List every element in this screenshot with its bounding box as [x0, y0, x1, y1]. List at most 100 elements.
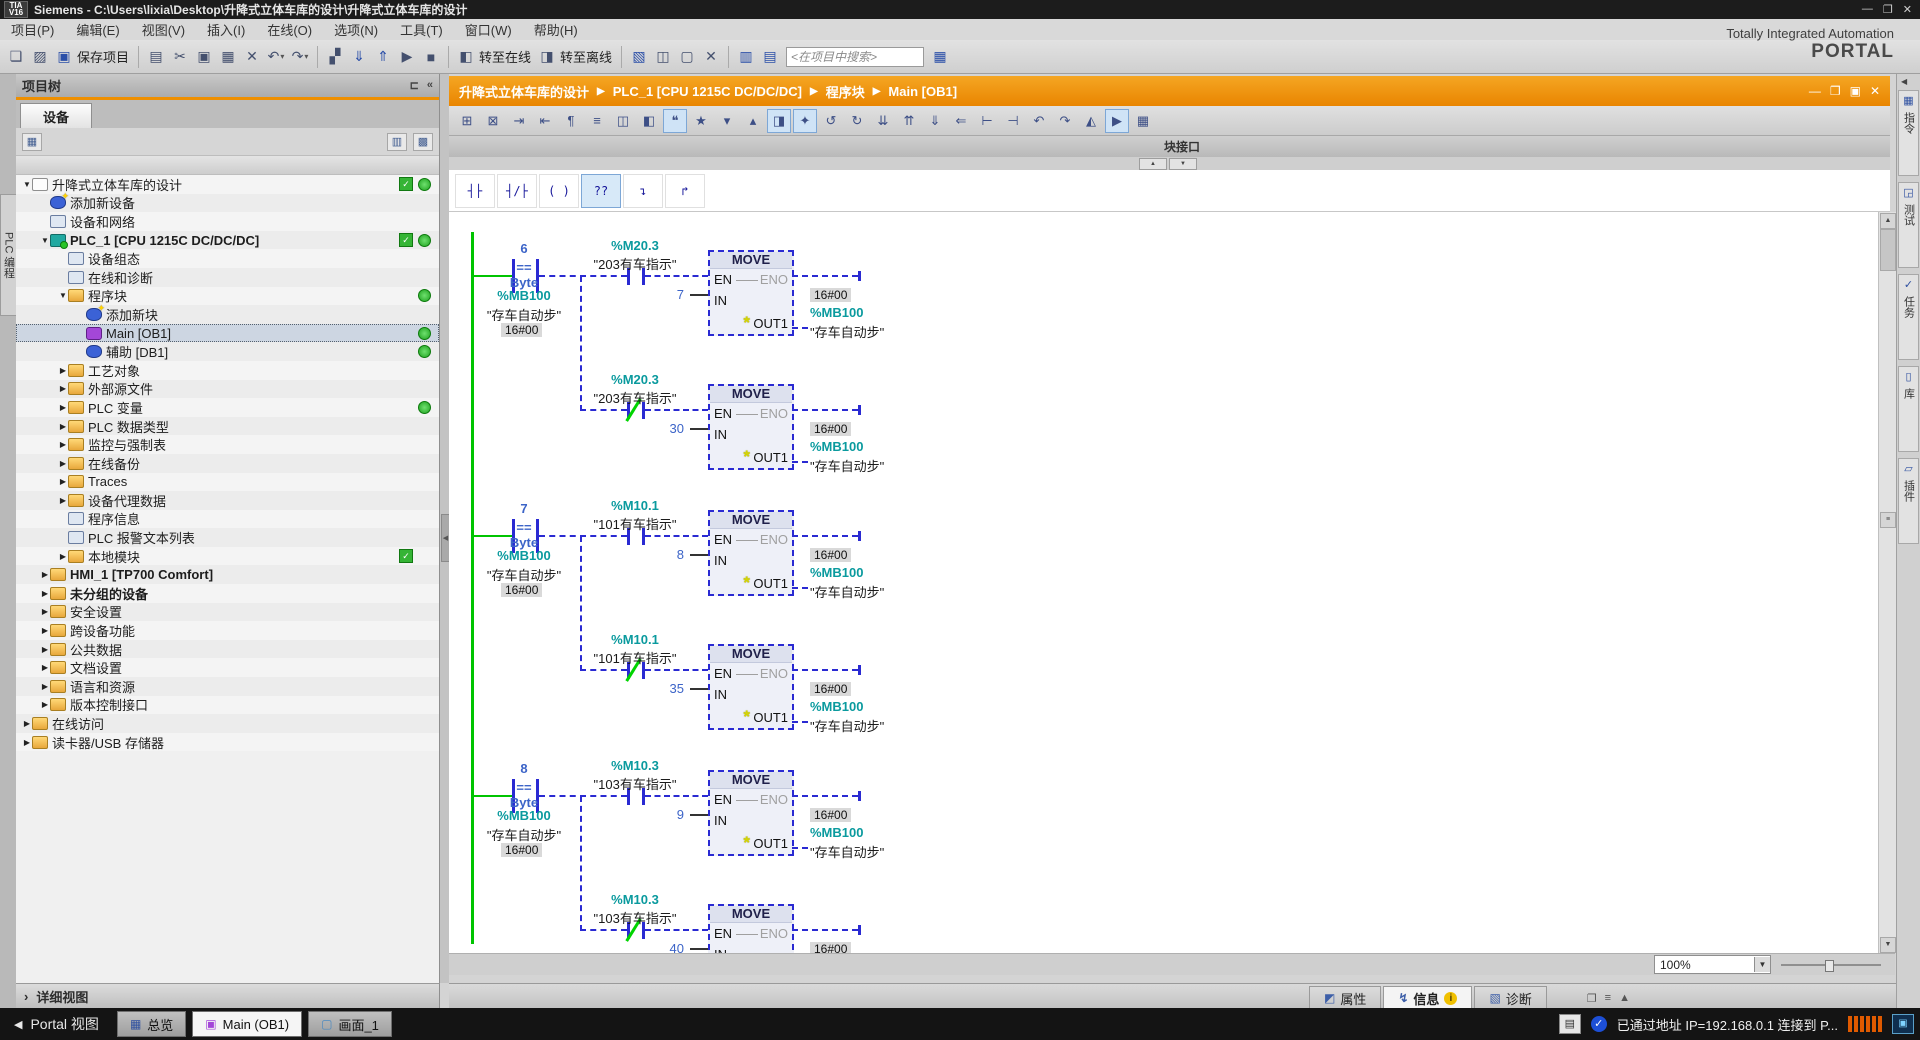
interface-collapse-icon[interactable]: ▼ — [1169, 158, 1197, 170]
zoom-slider-thumb[interactable] — [1825, 959, 1834, 972]
redo-network-icon[interactable]: ↷ — [1053, 109, 1077, 133]
tree-item-25[interactable]: ▶ 跨设备功能 — [16, 621, 439, 640]
tree-details-view-icon[interactable]: ▩ — [413, 132, 433, 151]
tree-item-3[interactable]: 设备和网络 — [16, 212, 439, 231]
pin-icon[interactable]: ⊏ — [410, 79, 419, 92]
tab-diagnostics[interactable]: ▧ 诊断 — [1474, 986, 1547, 1009]
tree-item-17[interactable]: ▶ Traces — [16, 472, 439, 492]
detail-view-bar[interactable]: › 详细视图 — [16, 983, 440, 1008]
tree-item-21[interactable]: ▶ 本地模块 ✓ — [16, 546, 439, 566]
inspector-float-icon[interactable]: ❐ — [1587, 992, 1597, 1005]
taskbar-button-main-ob1-[interactable]: ▣ Main (OB1) — [192, 1011, 303, 1037]
goto-next-error-icon[interactable]: ⇥ — [507, 109, 531, 133]
minimize-icon[interactable]: — — [1862, 3, 1873, 16]
editor-restore-icon[interactable]: ❐ — [1830, 84, 1841, 98]
maximize-icon[interactable]: ❐ — [1883, 3, 1893, 16]
tree-item-22[interactable]: ▶ HMI_1 [TP700 Comfort] — [16, 565, 439, 585]
taskbar-button--1[interactable]: ▢ 画面_1 — [308, 1011, 392, 1037]
tree-item-30[interactable]: ▶ 在线访问 — [16, 714, 439, 733]
redo-button[interactable]: ↷ ▾ — [289, 46, 311, 68]
restore-window-icon[interactable]: ▢ — [676, 46, 698, 68]
collapse-all-networks-icon[interactable]: ◧ — [637, 109, 661, 133]
tab-tasks[interactable]: ✓ 任务 — [1898, 274, 1919, 360]
delete-icon[interactable]: ✕ — [241, 46, 263, 68]
compile-icon[interactable]: ▞ — [324, 46, 346, 68]
network-comments-icon[interactable]: ❝ — [663, 108, 687, 133]
new-project-icon[interactable]: ❏ — [5, 46, 27, 68]
tab-info[interactable]: ↯ 信息 i — [1383, 986, 1473, 1009]
editor-minimize-icon[interactable]: — — [1809, 84, 1821, 98]
breadcrumb-segment-2[interactable]: PLC_1 [CPU 1215C DC/DC/DC] — [613, 84, 802, 99]
split-horizontal-icon[interactable]: ▥ — [735, 46, 757, 68]
close-icon[interactable]: ✕ — [1903, 3, 1912, 16]
start-cpu-icon[interactable]: ▶ — [396, 46, 418, 68]
tab-plc-programming[interactable]: PLC 编程 — [0, 194, 17, 316]
portal-view-button[interactable]: ◀ Portal 视图 — [0, 1014, 117, 1034]
breadcrumb-segment-1[interactable]: 升降式立体车库的设计 — [459, 82, 589, 101]
no-contact-fav-icon[interactable]: ┤├ — [455, 173, 495, 208]
nc-contact-fav-icon[interactable]: ┤/├ — [497, 173, 537, 208]
editor-float-icon[interactable]: ▣ — [1850, 84, 1861, 98]
tree-editor-splitter[interactable]: ◀ — [440, 74, 450, 983]
go-online-button[interactable]: ◧ — [455, 46, 477, 68]
close-branch-fav-icon[interactable]: ↱ — [665, 173, 705, 208]
tree-filter-icon[interactable]: ▦ — [22, 132, 42, 151]
save-project-button[interactable]: ▣ — [53, 46, 75, 68]
tree-item-6[interactable]: 在线和诊断 — [16, 267, 439, 287]
tab-properties[interactable]: ◩ 属性 — [1309, 986, 1382, 1009]
accessible-devices-icon[interactable]: ▧ — [628, 46, 650, 68]
menu-item-2[interactable]: 编辑(E) — [65, 20, 130, 39]
block-interface-bar[interactable]: 块接口 — [449, 136, 1890, 158]
hide-absolute-operands-icon[interactable]: ▴ — [741, 109, 765, 133]
collapse-tree-icon[interactable]: « — [427, 79, 433, 92]
insert-network-icon[interactable]: ⊞ — [455, 109, 479, 133]
tree-item-5[interactable]: 设备组态 — [16, 249, 439, 268]
tree-item-7[interactable]: ▼ 程序块 — [16, 286, 439, 306]
tab-libraries[interactable]: ▯ 库 — [1898, 366, 1919, 452]
menu-item-8[interactable]: 窗口(W) — [454, 20, 523, 39]
tree-item-9[interactable]: Main [OB1] — [16, 323, 439, 343]
editor-vertical-scrollbar[interactable]: ▲ ≡ ▼ — [1878, 212, 1896, 953]
scroll-split-handle[interactable]: ≡ — [1880, 512, 1896, 528]
open-branch-icon[interactable]: ↺ — [819, 109, 843, 133]
scroll-thumb[interactable] — [1880, 229, 1896, 271]
tree-column-view-icon[interactable]: ▥ — [387, 132, 407, 151]
split-vertical-icon[interactable]: ▤ — [759, 46, 781, 68]
monitoring-on-off-icon[interactable]: ▶ — [1105, 108, 1129, 133]
paste-icon[interactable]: ▦ — [217, 46, 239, 68]
tree-item-12[interactable]: ▶ 外部源文件 — [16, 379, 439, 399]
consistency-check-icon[interactable]: ⊢ — [975, 109, 999, 133]
show-favorites-icon[interactable]: ★ — [689, 109, 713, 133]
expand-all-networks-icon[interactable]: ◫ — [611, 109, 635, 133]
delete-network-icon[interactable]: ⊠ — [481, 109, 505, 133]
delete-row-icon[interactable]: ⇈ — [897, 109, 921, 133]
coil-fav-icon[interactable]: ( ) — [539, 173, 579, 208]
menu-item-7[interactable]: 工具(T) — [389, 20, 454, 39]
upload-from-device-icon[interactable]: ⇑ — [372, 46, 394, 68]
menu-item-9[interactable]: 帮助(H) — [523, 20, 589, 39]
inspector-menu-icon[interactable]: ≡ — [1605, 992, 1611, 1005]
menu-item-5[interactable]: 在线(O) — [256, 20, 323, 39]
close-branch-icon[interactable]: ↻ — [845, 109, 869, 133]
go-online-small-icon[interactable]: ◭ — [1079, 109, 1103, 133]
tab-devices[interactable]: 设备 — [20, 103, 93, 128]
empty-box-fav-icon[interactable]: ?? — [581, 173, 621, 208]
cut-icon[interactable]: ✂ — [169, 46, 191, 68]
free-form-comment-icon[interactable]: ⊣ — [1001, 109, 1025, 133]
update-block-call-icon[interactable]: ⇓ — [923, 109, 947, 133]
print-icon[interactable]: ▤ — [145, 46, 167, 68]
tree-item-13[interactable]: ▶ PLC 变量 — [16, 398, 439, 417]
scroll-up-icon[interactable]: ▲ — [1880, 213, 1896, 229]
tree-item-4[interactable]: ▼ PLC_1 [CPU 1215C DC/DC/DC] ✓ — [16, 230, 439, 250]
inspector-expand-icon[interactable]: ▲ — [1619, 992, 1630, 1005]
project-search-input[interactable]: <在项目中搜索> — [786, 46, 925, 67]
tree-item-26[interactable]: ▶ 公共数据 — [16, 639, 439, 659]
symbol-information-icon[interactable]: ◨ — [767, 108, 791, 133]
tab-instructions[interactable]: ▦ 指令 — [1898, 90, 1919, 176]
open-branch-fav-icon[interactable]: ↴ — [623, 173, 663, 208]
goto-previous-error-icon[interactable]: ⇤ — [533, 109, 557, 133]
menu-item-1[interactable]: 项目(P) — [0, 20, 65, 39]
undo-network-icon[interactable]: ↶ — [1027, 109, 1051, 133]
tree-item-28[interactable]: ▶ 语言和资源 — [16, 677, 439, 696]
tree-item-20[interactable]: PLC 报警文本列表 — [16, 528, 439, 547]
